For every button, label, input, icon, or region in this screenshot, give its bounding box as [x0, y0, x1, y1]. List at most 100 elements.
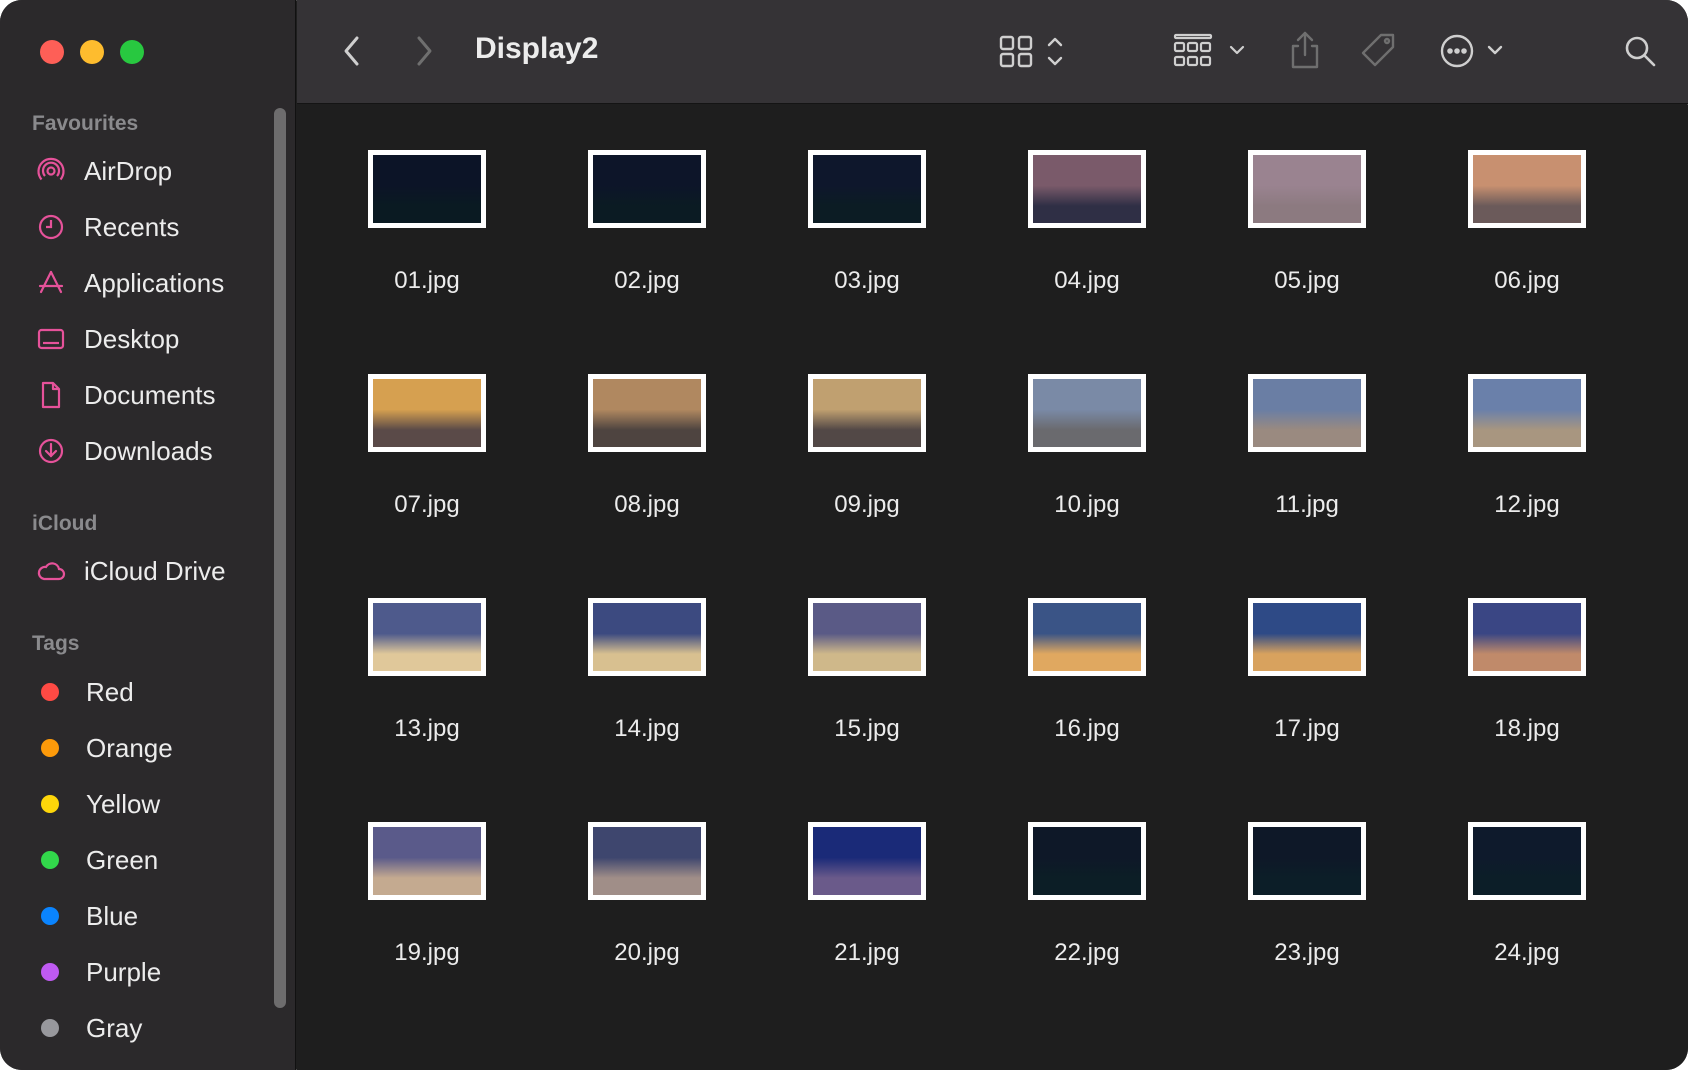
file-item[interactable]: 22.jpg: [987, 772, 1187, 972]
sidebar-tag-yellow[interactable]: Yellow: [36, 784, 160, 824]
file-name: 12.jpg: [1494, 491, 1560, 518]
zoom-window-button[interactable]: [120, 40, 144, 64]
file-item[interactable]: 10.jpg: [987, 324, 1187, 524]
file-thumbnail: [588, 822, 706, 900]
file-item[interactable]: 11.jpg: [1207, 324, 1407, 524]
file-item[interactable]: 19.jpg: [327, 772, 527, 972]
file-thumbnail: [1028, 598, 1146, 676]
sidebar-item-documents[interactable]: Documents: [36, 375, 216, 415]
file-item[interactable]: 06.jpg: [1427, 100, 1627, 300]
thumbnail-image: [593, 379, 701, 447]
file-item[interactable]: 20.jpg: [547, 772, 747, 972]
sidebar-item-label: Downloads: [84, 435, 213, 466]
sidebar-item-applications[interactable]: Applications: [36, 263, 224, 303]
forward-button[interactable]: [409, 32, 439, 70]
more-actions-button[interactable]: [1437, 28, 1517, 74]
file-thumbnail: [1468, 598, 1586, 676]
file-item[interactable]: 14.jpg: [547, 548, 747, 748]
thumbnail-image: [1033, 379, 1141, 447]
thumbnail-image: [593, 155, 701, 223]
sidebar-item-desktop[interactable]: Desktop: [36, 319, 179, 359]
file-name: 07.jpg: [394, 491, 460, 518]
view-mode-button[interactable]: [997, 30, 1069, 72]
group-by-button[interactable]: [1173, 30, 1249, 72]
thumbnail-image: [1033, 155, 1141, 223]
sidebar-item-icloud-drive[interactable]: iCloud Drive: [36, 551, 226, 591]
sidebar-tag-purple[interactable]: Purple: [36, 952, 161, 992]
close-window-button[interactable]: [40, 40, 64, 64]
thumbnail-image: [593, 827, 701, 895]
file-item[interactable]: 04.jpg: [987, 100, 1187, 300]
file-item[interactable]: 24.jpg: [1427, 772, 1627, 972]
tags-section-title: Tags: [32, 632, 80, 655]
file-thumbnail: [1248, 822, 1366, 900]
thumbnail-image: [1473, 379, 1581, 447]
sidebar-tag-blue[interactable]: Blue: [36, 896, 138, 936]
sidebar-tag-orange[interactable]: Orange: [36, 728, 173, 768]
file-item[interactable]: 13.jpg: [327, 548, 527, 748]
minimize-window-button[interactable]: [80, 40, 104, 64]
sidebar-item-label: Green: [86, 844, 159, 875]
file-thumbnail: [1028, 150, 1146, 228]
tag-button[interactable]: [1357, 30, 1401, 72]
window-title: Display2: [475, 32, 599, 65]
file-item[interactable]: 16.jpg: [987, 548, 1187, 748]
file-item[interactable]: 17.jpg: [1207, 548, 1407, 748]
file-thumbnail: [1028, 822, 1146, 900]
file-item[interactable]: 01.jpg: [327, 100, 527, 300]
file-item[interactable]: 07.jpg: [327, 324, 527, 524]
sidebar-tag-green[interactable]: Green: [36, 840, 158, 880]
chevron-right-icon: [417, 36, 432, 66]
thumbnail-image: [813, 827, 921, 895]
file-item[interactable]: 12.jpg: [1427, 324, 1627, 524]
share-button[interactable]: [1285, 28, 1325, 72]
sidebar-item-label: Yellow: [86, 788, 161, 819]
file-name: 24.jpg: [1494, 939, 1560, 966]
file-thumbnail: [588, 598, 706, 676]
file-item[interactable]: 23.jpg: [1207, 772, 1407, 972]
finder-window: Favourites AirDrop Recents Applications …: [0, 0, 1688, 1070]
file-item[interactable]: 09.jpg: [767, 324, 967, 524]
file-thumbnail: [1248, 598, 1366, 676]
sidebar-item-label: Purple: [86, 956, 162, 987]
thumbnail-image: [1033, 827, 1141, 895]
file-thumbnail: [368, 598, 486, 676]
thumbnail-image: [813, 603, 921, 671]
thumbnail-image: [1253, 603, 1361, 671]
tag-color-dot: [41, 963, 59, 981]
clock-icon: [36, 212, 66, 242]
file-thumbnail: [1028, 374, 1146, 452]
file-item[interactable]: 15.jpg: [767, 548, 967, 748]
back-button[interactable]: [337, 32, 367, 70]
thumbnail-image: [813, 155, 921, 223]
sidebar-tag-red[interactable]: Red: [36, 672, 134, 712]
file-thumbnail: [588, 374, 706, 452]
file-item[interactable]: 08.jpg: [547, 324, 747, 524]
file-name: 02.jpg: [614, 267, 680, 294]
file-name: 15.jpg: [834, 715, 900, 742]
file-name: 23.jpg: [1274, 939, 1340, 966]
sidebar-scrollbar[interactable]: [274, 108, 286, 1008]
file-item[interactable]: 03.jpg: [767, 100, 967, 300]
icloud-section-title: iCloud: [32, 512, 98, 535]
file-thumbnail: [1468, 374, 1586, 452]
file-item[interactable]: 02.jpg: [547, 100, 747, 300]
sidebar-item-label: iCloud Drive: [84, 555, 226, 586]
tag-color-dot: [41, 1019, 59, 1037]
sidebar-item-downloads[interactable]: Downloads: [36, 431, 213, 471]
sidebar-item-airdrop[interactable]: AirDrop: [36, 151, 172, 191]
file-item[interactable]: 05.jpg: [1207, 100, 1407, 300]
file-name: 21.jpg: [834, 939, 900, 966]
thumbnail-image: [1473, 603, 1581, 671]
sidebar-item-label: AirDrop: [84, 155, 173, 186]
file-thumbnail: [808, 822, 926, 900]
file-item[interactable]: 21.jpg: [767, 772, 967, 972]
file-item[interactable]: 18.jpg: [1427, 548, 1627, 748]
search-button[interactable]: [1619, 30, 1661, 72]
sidebar-tag-gray[interactable]: Gray: [36, 1008, 142, 1048]
sidebar-item-label: Documents: [84, 379, 216, 410]
thumbnail-image: [813, 379, 921, 447]
thumbnail-image: [1253, 827, 1361, 895]
group-by-icon: [1173, 33, 1245, 67]
sidebar-item-recents[interactable]: Recents: [36, 207, 179, 247]
